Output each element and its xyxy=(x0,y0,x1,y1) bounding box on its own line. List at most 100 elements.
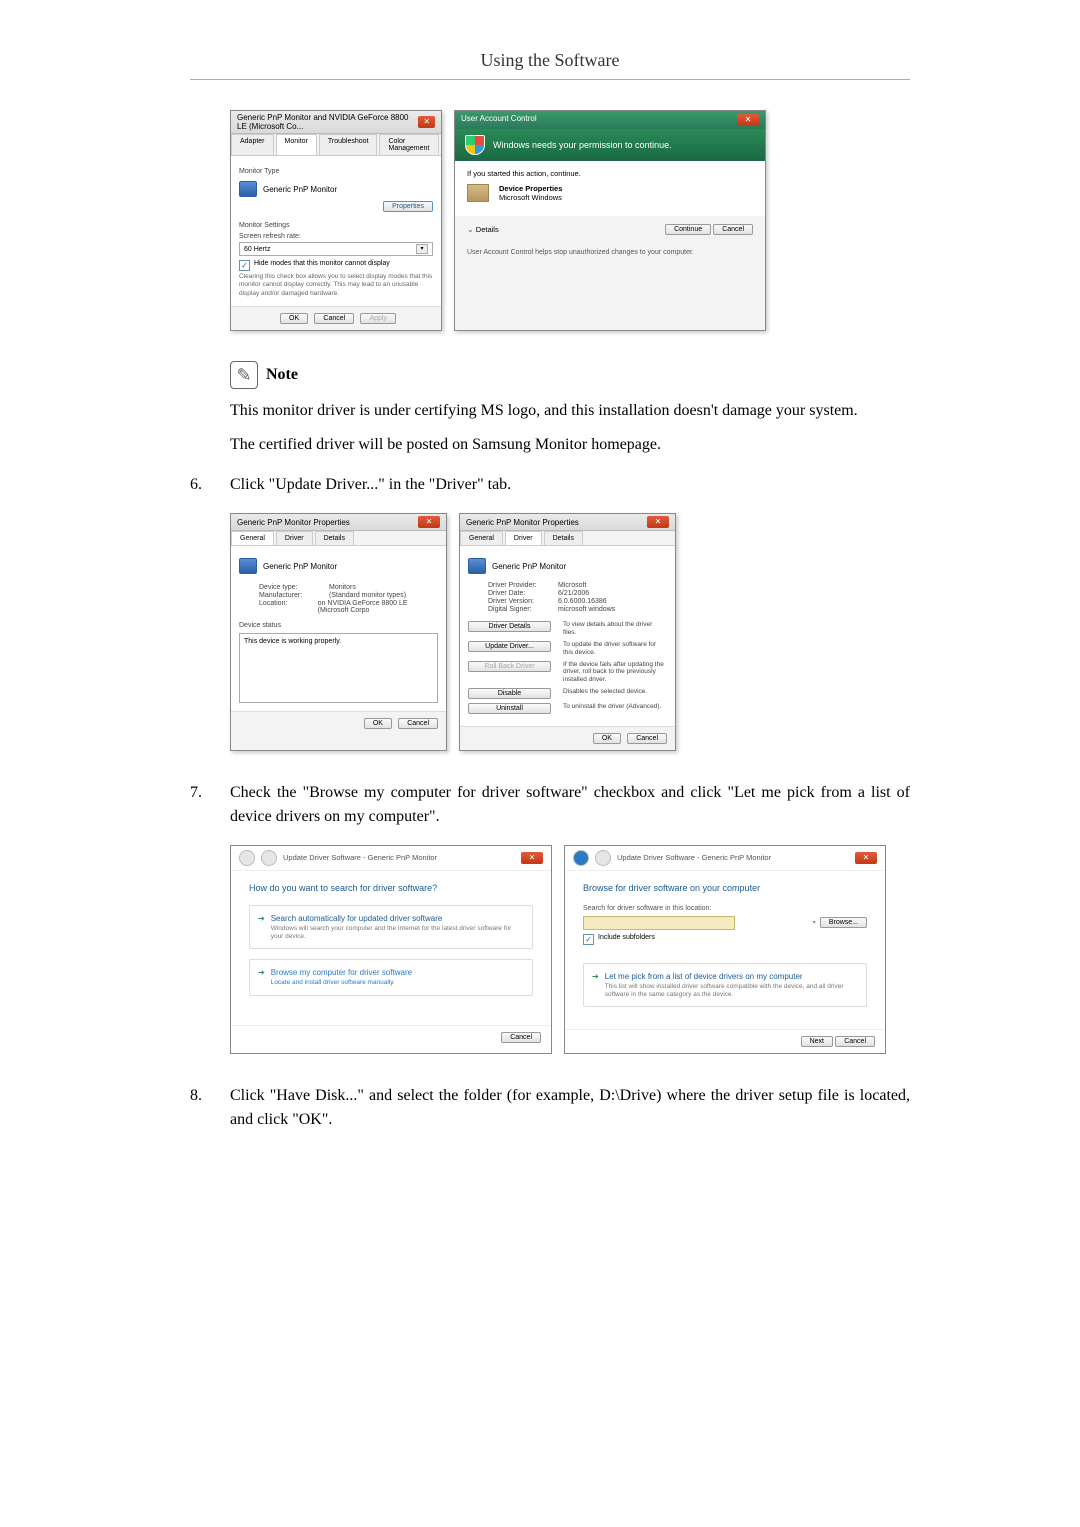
device-type-value: Monitors xyxy=(329,584,356,591)
option-desc: Locate and install driver software manua… xyxy=(271,979,412,987)
dialog-title: Generic PnP Monitor and NVIDIA GeForce 8… xyxy=(237,113,418,131)
details-toggle[interactable]: Details xyxy=(476,225,499,234)
driver-details-button[interactable]: Driver Details xyxy=(468,621,551,632)
option-let-me-pick[interactable]: ➔ Let me pick from a list of device driv… xyxy=(583,963,867,1008)
browse-button[interactable]: Browse... xyxy=(820,917,867,928)
uac-publisher: Microsoft Windows xyxy=(499,193,562,202)
cancel-button[interactable]: Cancel xyxy=(835,1036,875,1047)
note-text-1: This monitor driver is under certifying … xyxy=(230,399,910,423)
refresh-rate-value: 60 Hertz xyxy=(244,246,270,253)
device-type-label: Device type: xyxy=(259,584,329,591)
apply-button[interactable]: Apply xyxy=(360,313,396,324)
option-search-auto[interactable]: ➔ Search automatically for updated drive… xyxy=(249,905,533,950)
tab-color-management[interactable]: Color Management xyxy=(379,134,439,155)
tab-general[interactable]: General xyxy=(460,531,503,545)
close-icon[interactable]: ✕ xyxy=(855,852,877,864)
uac-title: User Account Control xyxy=(461,114,537,126)
back-icon[interactable] xyxy=(573,850,589,866)
driver-version-label: Driver Version: xyxy=(488,598,558,605)
wizard-crumb: Update Driver Software - Generic PnP Mon… xyxy=(617,853,771,862)
monitor-type-label: Monitor Type xyxy=(239,168,433,175)
monitor-properties-dialog: Generic PnP Monitor and NVIDIA GeForce 8… xyxy=(230,110,442,331)
next-button[interactable]: Next xyxy=(801,1036,833,1047)
cancel-button[interactable]: Cancel xyxy=(627,733,667,744)
continue-button[interactable]: Continue xyxy=(665,224,711,235)
option-browse-computer[interactable]: ➔ Browse my computer for driver software… xyxy=(249,959,533,996)
refresh-rate-select[interactable]: 60 Hertz ▾ xyxy=(239,242,433,256)
driver-date-label: Driver Date: xyxy=(488,590,558,597)
tab-troubleshoot[interactable]: Troubleshoot xyxy=(319,134,378,155)
disable-button[interactable]: Disable xyxy=(468,688,551,699)
tab-row: Adapter Monitor Troubleshoot Color Manag… xyxy=(231,134,441,156)
package-icon xyxy=(467,184,489,202)
uninstall-desc: To uninstall the driver (Advanced). xyxy=(563,703,667,711)
ok-button[interactable]: OK xyxy=(364,718,392,729)
close-icon[interactable]: ✕ xyxy=(737,114,759,126)
driver-details-desc: To view details about the driver files. xyxy=(563,621,667,637)
hide-modes-note: Clearing this check box allows you to se… xyxy=(239,273,433,298)
monitor-name: Generic PnP Monitor xyxy=(492,562,566,571)
option-title: Search automatically for updated driver … xyxy=(271,914,524,923)
ok-button[interactable]: OK xyxy=(280,313,308,324)
back-icon[interactable] xyxy=(239,850,255,866)
note-label: Note xyxy=(266,366,298,384)
driver-provider-value: Microsoft xyxy=(558,582,586,589)
properties-button[interactable]: Properties xyxy=(383,201,433,212)
tab-adapter[interactable]: Adapter xyxy=(231,134,274,155)
arrow-icon: ➔ xyxy=(258,968,265,987)
disable-desc: Disables the selected device. xyxy=(563,688,667,696)
driver-date-value: 6/21/2006 xyxy=(558,590,589,597)
wizard-crumb: Update Driver Software - Generic PnP Mon… xyxy=(283,853,437,862)
driver-version-value: 6.0.6000.16386 xyxy=(558,598,607,605)
header-divider xyxy=(190,79,910,80)
arrow-icon: ➔ xyxy=(258,914,265,941)
uac-headline: Windows needs your permission to continu… xyxy=(493,140,672,150)
include-subfolders-checkbox[interactable]: ✓ xyxy=(583,934,594,945)
rollback-driver-button[interactable]: Roll Back Driver xyxy=(468,661,551,672)
manufacturer-label: Manufacturer: xyxy=(259,592,329,599)
tab-driver[interactable]: Driver xyxy=(505,531,542,545)
dialog-button-row: OK Cancel Apply xyxy=(231,306,441,330)
tab-driver[interactable]: Driver xyxy=(276,531,313,545)
close-icon[interactable]: ✕ xyxy=(647,516,669,528)
location-label: Location: xyxy=(259,600,318,614)
forward-icon xyxy=(595,850,611,866)
arrow-icon: ➔ xyxy=(592,972,599,999)
monitor-icon xyxy=(239,181,257,197)
uac-started-text: If you started this action, continue. xyxy=(467,169,753,178)
tab-details[interactable]: Details xyxy=(315,531,354,545)
uac-dialog: User Account Control ✕ Windows needs you… xyxy=(454,110,766,331)
cancel-button[interactable]: Cancel xyxy=(501,1032,541,1043)
search-location-label: Search for driver software in this locat… xyxy=(583,905,867,912)
option-title: Let me pick from a list of device driver… xyxy=(605,972,858,981)
cancel-button[interactable]: Cancel xyxy=(713,224,753,235)
close-icon[interactable]: ✕ xyxy=(521,852,543,864)
hide-modes-label: Hide modes that this monitor cannot disp… xyxy=(254,260,390,267)
close-icon[interactable]: ✕ xyxy=(418,116,435,128)
ok-button[interactable]: OK xyxy=(593,733,621,744)
page-title: Using the Software xyxy=(190,50,910,71)
refresh-rate-label: Screen refresh rate: xyxy=(239,233,433,240)
digital-signer-label: Digital Signer: xyxy=(488,606,558,613)
uninstall-button[interactable]: Uninstall xyxy=(468,703,551,714)
general-properties-dialog: Generic PnP Monitor Properties ✕ General… xyxy=(230,513,447,751)
device-status-label: Device status xyxy=(239,622,438,629)
note-text-2: The certified driver will be posted on S… xyxy=(230,433,910,457)
manufacturer-value: (Standard monitor types) xyxy=(329,592,406,599)
tab-monitor[interactable]: Monitor xyxy=(276,134,317,155)
tab-details[interactable]: Details xyxy=(544,531,583,545)
chevron-down-icon[interactable]: ▾ xyxy=(416,244,428,254)
uac-footer-text: User Account Control helps stop unauthor… xyxy=(455,243,765,262)
path-input[interactable] xyxy=(583,916,735,930)
forward-icon xyxy=(261,850,277,866)
driver-provider-label: Driver Provider: xyxy=(488,582,558,589)
update-driver-button[interactable]: Update Driver... xyxy=(468,641,551,652)
chevron-down-icon[interactable]: ⌄ xyxy=(467,225,474,234)
option-title: Browse my computer for driver software xyxy=(271,968,412,977)
cancel-button[interactable]: Cancel xyxy=(398,718,438,729)
dialog-title: Generic PnP Monitor Properties xyxy=(466,518,579,527)
cancel-button[interactable]: Cancel xyxy=(314,313,354,324)
hide-modes-checkbox[interactable]: ✓ xyxy=(239,260,250,271)
close-icon[interactable]: ✕ xyxy=(418,516,440,528)
tab-general[interactable]: General xyxy=(231,531,274,545)
